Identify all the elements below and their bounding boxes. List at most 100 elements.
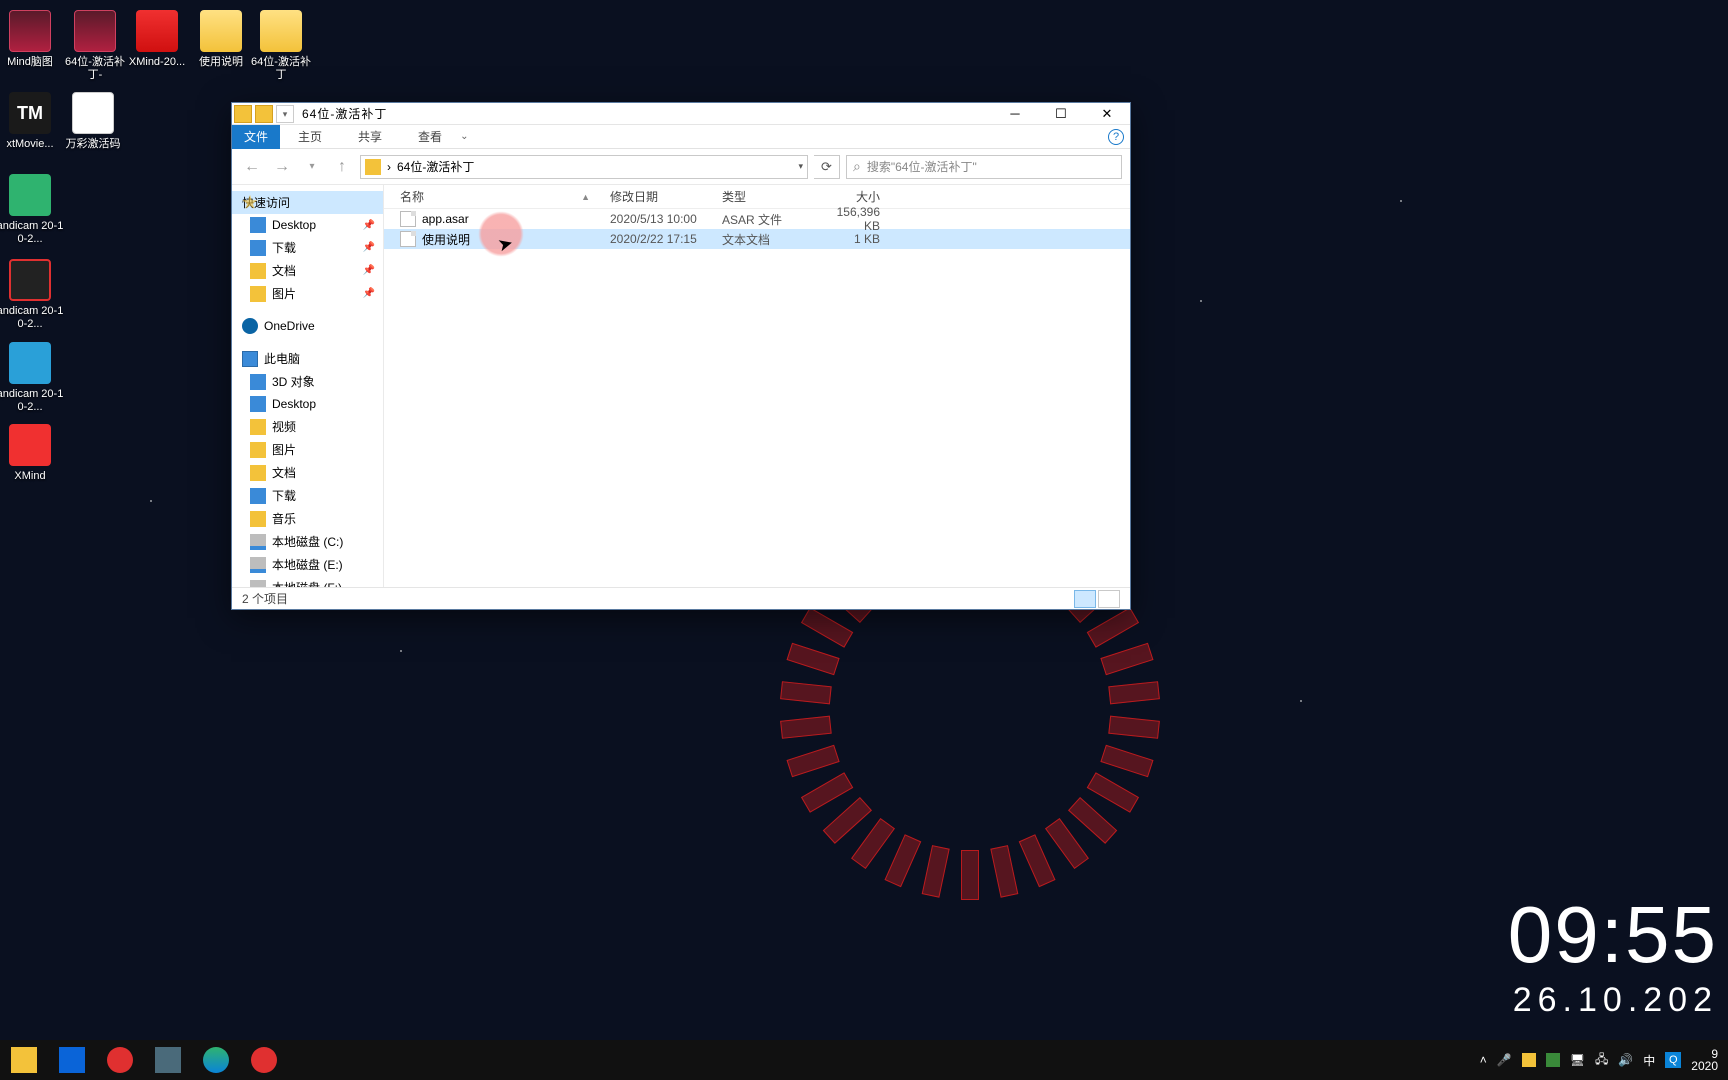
desktop-icon [250, 217, 266, 233]
sidebar-pictures-2[interactable]: 图片 [232, 438, 383, 461]
desktop-icon-0[interactable]: Mind脑图 [0, 6, 65, 69]
music-icon [250, 511, 266, 527]
icon-label: 64位-激活补丁- [60, 56, 130, 82]
minimize-button[interactable]: ─ [992, 103, 1038, 125]
downloads-icon [250, 488, 266, 504]
icon: TM [9, 92, 51, 134]
sidebar-disk-f[interactable]: 本地磁盘 (F:) [232, 576, 383, 587]
tray-monitor-icon[interactable]: 🖥 [1570, 1053, 1585, 1067]
tray-network-icon[interactable]: 🖧 [1595, 1050, 1608, 1071]
tab-view[interactable]: 查看 [400, 128, 460, 145]
col-type[interactable]: 类型 [722, 188, 820, 205]
taskbar-record-2[interactable] [240, 1040, 288, 1080]
qat-dropdown-icon[interactable]: ▾ [276, 105, 294, 123]
col-size[interactable]: 大小 [820, 188, 880, 205]
help-icon[interactable]: ? [1108, 129, 1124, 145]
tab-file[interactable]: 文件 [232, 125, 280, 149]
refresh-button[interactable]: ⟳ [814, 155, 840, 179]
address-dropdown-icon[interactable]: ▾ [798, 161, 803, 172]
sidebar-downloads-2[interactable]: 下载 [232, 484, 383, 507]
icon-label: XMind [0, 470, 65, 483]
sidebar-documents-2[interactable]: 文档 [232, 461, 383, 484]
nav-pane: 快速访问 Desktop📌 下载📌 文档📌 图片📌 OneDrive 此电脑 3… [232, 185, 384, 587]
quick-access-toolbar: ▾ [234, 105, 294, 123]
address-sep: › [387, 160, 391, 174]
desktop-icon-8[interactable]: andicam 20-10-2... [0, 255, 65, 331]
icon-label: andicam 20-10-2... [0, 388, 65, 414]
taskbar-mail[interactable] [48, 1040, 96, 1080]
pin-icon: 📌 [363, 242, 375, 253]
taskbar[interactable]: ˄ 🎤 🖥 🖧 🔊 中 Q 9 2020 [0, 1040, 1728, 1080]
tray-q-icon[interactable]: Q [1665, 1052, 1681, 1068]
up-button[interactable]: ↑ [330, 158, 354, 176]
taskbar-recycle[interactable] [144, 1040, 192, 1080]
tab-share[interactable]: 共享 [340, 128, 400, 145]
sidebar-videos[interactable]: 视频 [232, 415, 383, 438]
col-date[interactable]: 修改日期 [610, 188, 722, 205]
qat-btn-1[interactable] [234, 105, 252, 123]
sidebar-music[interactable]: 音乐 [232, 507, 383, 530]
desktop-icon-2[interactable]: XMind-20... [122, 6, 192, 69]
sidebar-desktop[interactable]: Desktop📌 [232, 214, 383, 236]
tray-app-icon[interactable] [1522, 1053, 1536, 1067]
tray-chevron-icon[interactable]: ˄ [1480, 1053, 1487, 1067]
sidebar-quick-access[interactable]: 快速访问 [232, 191, 383, 214]
col-name[interactable]: 名称▲ [400, 188, 610, 205]
explorer-window: ▾ 64位-激活补丁 ─ ☐ ✕ 文件 主页 共享 查看 ⌄ ? ← → ▾ ↑… [231, 102, 1131, 610]
sidebar-3d-objects[interactable]: 3D 对象 [232, 370, 383, 393]
history-dropdown-icon[interactable]: ▾ [300, 161, 324, 172]
desktop-icon-9[interactable]: andicam 20-10-2... [0, 338, 65, 414]
close-button[interactable]: ✕ [1084, 103, 1130, 125]
pin-icon: 📌 [363, 265, 375, 276]
sidebar-onedrive[interactable]: OneDrive [232, 315, 383, 337]
file-date: 2020/2/22 17:15 [610, 232, 722, 246]
maximize-button[interactable]: ☐ [1038, 103, 1084, 125]
ribbon-collapse-icon[interactable]: ⌄ [460, 131, 468, 142]
tray-date[interactable]: 2020 [1691, 1059, 1718, 1073]
sidebar-this-pc[interactable]: 此电脑 [232, 347, 383, 370]
taskbar-record[interactable] [96, 1040, 144, 1080]
drive-icon [250, 580, 266, 588]
icon-label: XMind-20... [122, 56, 192, 69]
pictures-icon [250, 442, 266, 458]
titlebar[interactable]: ▾ 64位-激活补丁 ─ ☐ ✕ [232, 103, 1130, 125]
icon [200, 10, 242, 52]
icon [9, 10, 51, 52]
sidebar-disk-e[interactable]: 本地磁盘 (E:) [232, 553, 383, 576]
details-view-button[interactable] [1074, 590, 1096, 608]
desktop-icon-5[interactable]: TMxtMovie... [0, 88, 65, 151]
icons-view-button[interactable] [1098, 590, 1120, 608]
sidebar-disk-c[interactable]: 本地磁盘 (C:) [232, 530, 383, 553]
back-button[interactable]: ← [240, 158, 264, 176]
qat-btn-2[interactable] [255, 105, 273, 123]
tray-mic-icon[interactable]: 🎤 [1497, 1053, 1512, 1067]
sidebar-downloads[interactable]: 下载📌 [232, 236, 383, 259]
file-type: ASAR 文件 [722, 211, 820, 228]
search-box[interactable]: 搜索"64位-激活补丁" [846, 155, 1122, 179]
icon [9, 174, 51, 216]
sidebar-documents[interactable]: 文档📌 [232, 259, 383, 282]
sidebar-desktop-2[interactable]: Desktop [232, 393, 383, 415]
desktop-icon-4[interactable]: 64位-激活补丁 [246, 6, 316, 82]
desktop-icon-6[interactable]: 万彩激活码 [58, 88, 128, 151]
taskbar-explorer[interactable] [0, 1040, 48, 1080]
address-bar[interactable]: › 64位-激活补丁 ▾ [360, 155, 808, 179]
tray-ime[interactable]: 中 [1643, 1052, 1655, 1069]
file-date: 2020/5/13 10:00 [610, 212, 722, 226]
sort-asc-icon: ▲ [581, 192, 590, 202]
taskbar-edge[interactable] [192, 1040, 240, 1080]
tray-puzzle-icon[interactable] [1546, 1053, 1560, 1067]
desktop-icon-1[interactable]: 64位-激活补丁- [60, 6, 130, 82]
icon [9, 342, 51, 384]
forward-button[interactable]: → [270, 158, 294, 176]
sidebar-pictures[interactable]: 图片📌 [232, 282, 383, 305]
icon-label: andicam 20-10-2... [0, 305, 65, 331]
pin-icon: 📌 [363, 220, 375, 231]
tray-volume-icon[interactable]: 🔊 [1618, 1053, 1633, 1067]
item-count: 2 个项目 [242, 590, 288, 607]
desktop-icon-10[interactable]: XMind [0, 420, 65, 483]
tab-home[interactable]: 主页 [280, 128, 340, 145]
desktop-icon-7[interactable]: andicam 20-10-2... [0, 170, 65, 246]
pin-icon: 📌 [363, 288, 375, 299]
3d-icon [250, 374, 266, 390]
